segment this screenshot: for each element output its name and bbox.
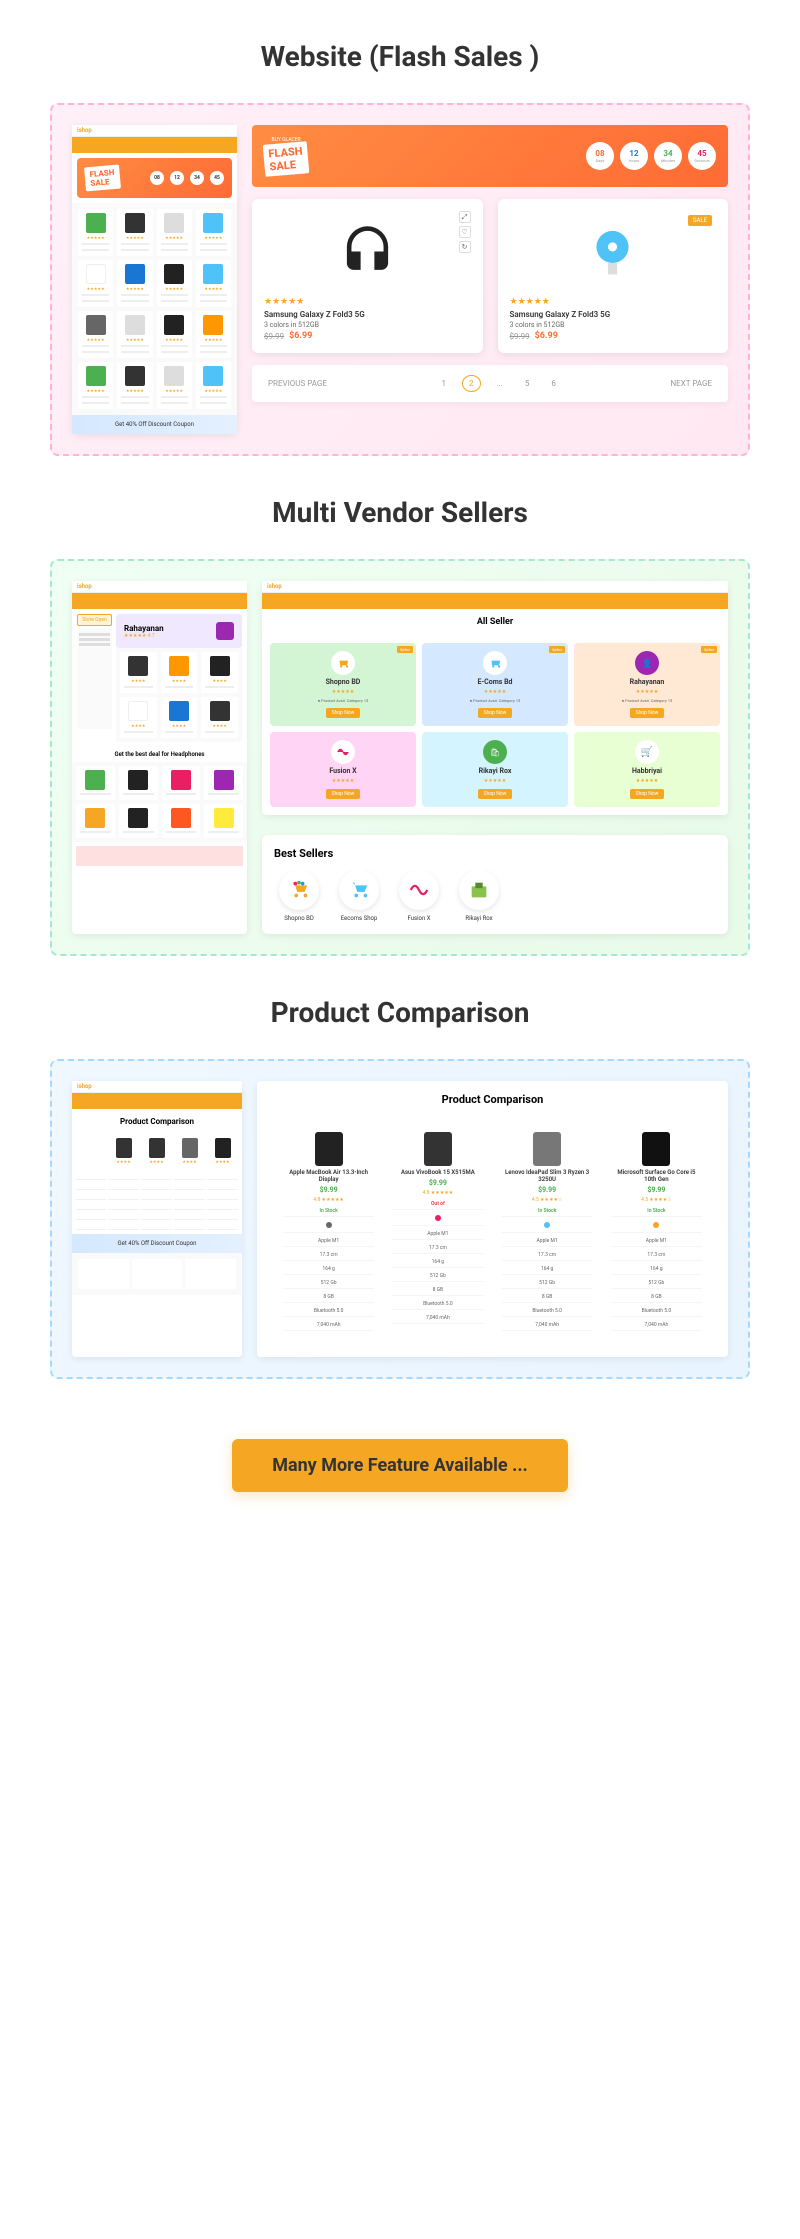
new-price: $6.99	[535, 331, 558, 341]
seller-card[interactable]: Fusion X★★★★★Shop Now	[270, 732, 416, 807]
seller-grid: SellerShopno BD★★★★★● Product Avail. Cat…	[262, 635, 728, 815]
all-seller-preview: ishop All Seller SellerShopno BD★★★★★● P…	[262, 581, 728, 815]
store-header: Rahayanan ★★★★★ 4.7	[116, 614, 242, 648]
heart-icon[interactable]: ♡	[459, 226, 471, 238]
page-2-active[interactable]: 2	[462, 375, 481, 392]
best-seller-item[interactable]: Eecoms Shop	[334, 870, 384, 922]
store-avatar	[216, 622, 234, 640]
seller-card[interactable]: 🛒Habbriyai★★★★★Shop Now	[574, 732, 720, 807]
headset-icon	[340, 224, 395, 279]
vendor-panel: ishop Store Open Rahayanan ★★★★★ 4.7	[50, 559, 750, 956]
page-ellipsis: ...	[491, 376, 509, 391]
cta-more-features[interactable]: Many More Feature Available ...	[232, 1439, 568, 1492]
seller-card[interactable]: SellerE-Coms Bd★★★★★● Product Avail. Cat…	[422, 643, 568, 726]
store-open-badge: Store Open	[77, 614, 112, 626]
next-page[interactable]: NEXT PAGE	[670, 379, 712, 388]
old-price: $9.99	[510, 332, 530, 341]
product-card-2[interactable]: SALE ★★★★★ Samsung Galaxy Z Fold3 5G 3 c…	[498, 199, 729, 353]
product-card-1[interactable]: ⤢ ♡ ↻ ★★★★★ Samsung Galaxy Z Fold3 5G 3 …	[252, 199, 483, 353]
rating-stars: ★★★★★	[264, 297, 471, 307]
comparison-title: Product Comparison	[0, 996, 800, 1029]
vendor-title: Multi Vendor Sellers	[0, 496, 800, 529]
seller-card[interactable]: 🛍Rikayi Rox★★★★★Shop Now	[422, 732, 568, 807]
flash-sales-panel: ishop FLASHSALE 08 12 34 45 ★★★★★ ★★★★★ …	[50, 103, 750, 456]
logo: ishop	[77, 1083, 92, 1090]
product-variant: 3 colors in 512GB	[510, 321, 717, 329]
product-grid-mini: ★★★★★ ★★★★★ ★★★★★ ★★★★★ ★★★★★ ★★★★★ ★★★★…	[72, 203, 237, 415]
comparison-panel: ishop Product Comparison ★★★★ ★★★★ ★★★★ …	[50, 1059, 750, 1379]
all-seller-title: All Seller	[262, 609, 728, 635]
page-6[interactable]: 6	[545, 376, 562, 391]
flash-banner-large: BUY GLACER FLASHSALE 08Days 12Hours 34Mi…	[252, 125, 728, 187]
flash-badge: FLASHSALE	[84, 165, 121, 192]
vendor-page-preview: ishop Store Open Rahayanan ★★★★★ 4.7	[72, 581, 247, 934]
fan-icon	[585, 224, 640, 279]
new-price: $6.99	[289, 331, 312, 341]
flash-page-preview: ishop FLASHSALE 08 12 34 45 ★★★★★ ★★★★★ …	[72, 125, 237, 434]
comparison-detail: Product Comparison Apple MacBook Air 13.…	[257, 1081, 728, 1357]
best-seller-item[interactable]: Shopno BD	[274, 870, 324, 922]
comp-column: Microsoft Surface Go Core i5 10th Gen $9…	[605, 1126, 708, 1337]
comp-column: Asus VivoBook 15 X515MA $9.99 4.8 ★★★★★ …	[386, 1126, 489, 1337]
flash-sales-title: Website (Flash Sales )	[0, 40, 800, 73]
count-seconds: 45Seconds	[688, 142, 716, 170]
best-sellers-panel: Best Sellers Shopno BD Eecoms Shop Fusio…	[262, 835, 728, 934]
rating-stars: ★★★★★	[510, 297, 717, 307]
count-hours: 12Hours	[620, 142, 648, 170]
discount-banner: Get 40% Off Discount Coupon	[72, 1234, 242, 1253]
logo: ishop	[77, 127, 92, 134]
sale-tag: SALE	[688, 215, 712, 226]
best-seller-item[interactable]: Fusion X	[394, 870, 444, 922]
page-5[interactable]: 5	[519, 376, 536, 391]
comp-column: Lenovo IdeaPad Slim 3 Ryzen 3 3250U $9.9…	[496, 1126, 599, 1337]
seller-card[interactable]: Seller👤Rahayanan★★★★★● Product Avail. Ca…	[574, 643, 720, 726]
product-variant: 3 colors in 512GB	[264, 321, 471, 329]
comparison-table: Apple MacBook Air 13.3-Inch Display $9.9…	[269, 1118, 716, 1345]
logo: ishop	[267, 583, 282, 590]
logo: ishop	[77, 583, 92, 590]
count-days: 08Days	[586, 142, 614, 170]
old-price: $9.99	[264, 332, 284, 341]
product-title: Samsung Galaxy Z Fold3 5G	[510, 310, 717, 319]
count-minutes: 34Minutes	[654, 142, 682, 170]
product-title: Samsung Galaxy Z Fold3 5G	[264, 310, 471, 319]
page-1[interactable]: 1	[436, 376, 453, 391]
best-sellers-title: Best Sellers	[274, 847, 716, 860]
discount-banner: Get 40% Off Discount Coupon	[72, 415, 237, 434]
refresh-icon[interactable]: ↻	[459, 241, 471, 253]
expand-icon[interactable]: ⤢	[459, 211, 471, 223]
comparison-page-preview: ishop Product Comparison ★★★★ ★★★★ ★★★★ …	[72, 1081, 242, 1357]
pagination: PREVIOUS PAGE 1 2 ... 5 6 NEXT PAGE	[252, 365, 728, 402]
seller-card[interactable]: SellerShopno BD★★★★★● Product Avail. Cat…	[270, 643, 416, 726]
comp-table-title: Product Comparison	[269, 1093, 716, 1106]
best-seller-item[interactable]: Rikayi Rox	[454, 870, 504, 922]
comp-column: Apple MacBook Air 13.3-Inch Display $9.9…	[277, 1126, 380, 1337]
countdown: 08Days 12Hours 34Minutes 45Seconds	[586, 142, 716, 170]
prev-page[interactable]: PREVIOUS PAGE	[268, 379, 327, 388]
